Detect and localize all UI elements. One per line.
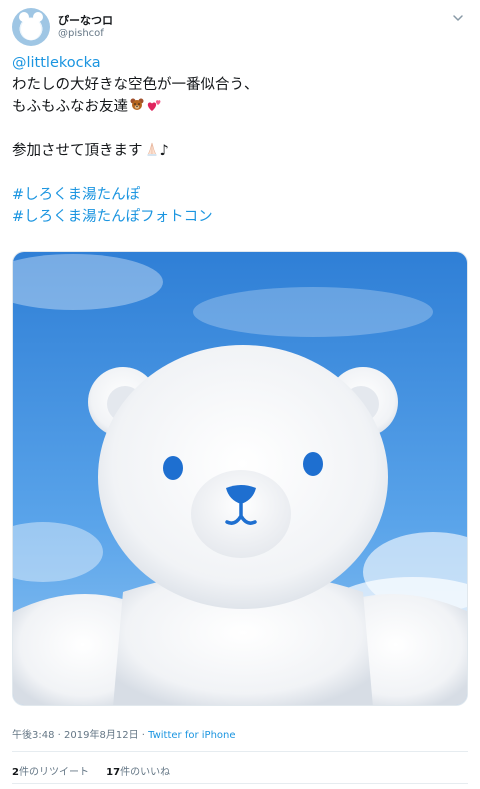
tweet-date[interactable]: 2019年8月12日	[64, 730, 139, 741]
divider	[12, 783, 468, 784]
like-count: 17	[106, 767, 121, 778]
display-name[interactable]: ぴーなつロ	[58, 12, 113, 28]
tweet-line-1: わたしの大好きな空色が一番似合う、	[12, 77, 259, 93]
avatar[interactable]	[12, 8, 50, 46]
tweet-meta: 午後3:48 · 2019年8月12日 · Twitter for iPhone	[12, 726, 236, 741]
divider	[12, 751, 468, 752]
tweet-time[interactable]: 午後3:48	[12, 730, 54, 741]
retweet-count: 2	[12, 767, 19, 778]
user-handle[interactable]: @pishcof	[58, 28, 104, 39]
tweet-source-link[interactable]: Twitter for iPhone	[148, 730, 235, 741]
tweet-line-2: もふもふなお友達	[12, 99, 128, 115]
like-label: 件のいいね	[120, 767, 171, 778]
tweet-photo[interactable]	[12, 251, 468, 706]
retweet-stat[interactable]: 2件のリツイート	[12, 767, 89, 778]
meta-separator: ·	[141, 730, 145, 741]
folded-hands-emoji	[144, 141, 160, 164]
tweet-header: ぴーなつロ @pishcof	[12, 8, 468, 48]
tweet-text: @littlekocka わたしの大好きな空色が一番似合う、 もふもふなお友達 …	[12, 52, 468, 228]
tweet-line-3: 参加させて頂きます	[12, 143, 143, 159]
tweet-line-3-suffix: ♪	[159, 143, 169, 159]
chevron-down-icon[interactable]	[450, 10, 466, 26]
tweet-stats: 2件のリツイート 17件のいいね	[12, 763, 184, 778]
mention-link[interactable]: @littlekocka	[12, 55, 101, 71]
retweet-label: 件のリツイート	[18, 767, 89, 778]
two-hearts-emoji	[146, 97, 162, 120]
meta-separator: ·	[57, 730, 61, 741]
polar-bear-plush-image	[13, 252, 467, 705]
teddy-bear-emoji	[129, 97, 145, 120]
avatar-face	[21, 18, 41, 40]
tweet-card: ぴーなつロ @pishcof @littlekocka わたしの大好きな空色が一…	[0, 0, 480, 789]
hashtag-link[interactable]: #しろくま湯たんぽフォトコン	[12, 209, 213, 225]
like-stat[interactable]: 17件のいいね	[106, 767, 170, 778]
hashtag-link[interactable]: #しろくま湯たんぽ	[12, 187, 140, 203]
